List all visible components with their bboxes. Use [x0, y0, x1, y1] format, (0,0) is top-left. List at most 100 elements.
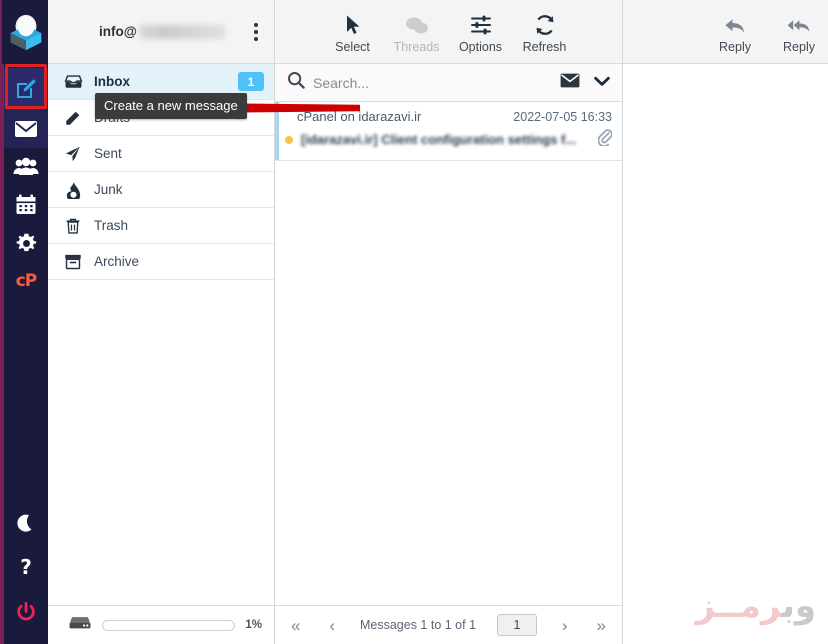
refresh-button[interactable]: Refresh: [516, 14, 574, 54]
cpanel-logo-icon: cP: [15, 271, 38, 291]
first-page-button[interactable]: «: [287, 617, 304, 634]
sidebar-item-dark-mode[interactable]: [4, 502, 48, 546]
question-mark-icon: ?: [20, 556, 32, 579]
message-list-toolbar: Select Threads Options Refresh: [275, 0, 622, 64]
prev-page-button[interactable]: ‹: [325, 617, 339, 634]
cursor-arrow-icon: [344, 14, 362, 36]
trash-icon: [62, 217, 84, 235]
account-domain-blurred: [138, 24, 225, 39]
message-list-row[interactable]: cPanel on idarazavi.ir 2022-07-05 16:33 …: [275, 102, 622, 161]
refresh-button-label: Refresh: [522, 39, 567, 54]
drafts-icon: [62, 109, 84, 127]
folders-panel: info@ Inbox 1 Sent Junk Trash Archive 1%…: [48, 0, 275, 644]
threads-bubbles-icon: [405, 14, 429, 36]
tooltip-create-new-message: Create a new message: [95, 93, 247, 119]
inbox-icon: [62, 73, 84, 91]
sidebar-bottom-group: ?: [4, 502, 48, 644]
message-sender: cPanel on idarazavi.ir: [297, 109, 422, 124]
kebab-menu-icon-dot3: [254, 36, 258, 41]
unread-status-dot[interactable]: [285, 135, 293, 144]
search-scope-envelope-icon[interactable]: [560, 73, 580, 93]
power-icon: [17, 601, 35, 621]
sliders-options-icon: [470, 14, 492, 36]
inbox-unread-badge: 1: [238, 72, 264, 91]
preview-toolbar: Reply Reply: [623, 0, 828, 64]
junk-fire-icon: [62, 181, 84, 199]
folder-label: Archive: [94, 254, 140, 269]
people-icon: [13, 157, 39, 175]
site-watermark: وبرمــز: [696, 586, 817, 626]
reply-button-label: Reply: [719, 39, 751, 54]
task-sidebar: cP ?: [0, 0, 50, 644]
threads-button[interactable]: Threads: [388, 14, 446, 54]
watermark-gray-text: وب: [782, 586, 816, 626]
folders-options-button[interactable]: [250, 19, 262, 45]
archive-box-icon: [62, 253, 84, 271]
compose-pencil-icon: [17, 79, 36, 98]
message-list-scroll[interactable]: cPanel on idarazavi.ir 2022-07-05 16:33 …: [275, 102, 622, 605]
preview-body: وبرمــز: [623, 64, 828, 644]
sidebar-item-contacts[interactable]: [4, 148, 48, 186]
threads-button-label: Threads: [393, 39, 440, 54]
sidebar-item-archive[interactable]: Archive: [48, 244, 274, 280]
folder-label: Inbox: [94, 74, 130, 89]
message-date: 2022-07-05 16:33: [513, 110, 612, 124]
quota-bar: 1%: [48, 605, 274, 644]
message-subject-line: [idarazavi.ir] Client configuration sett…: [285, 128, 613, 151]
search-bar[interactable]: [275, 64, 622, 102]
select-button-label: Select: [335, 39, 370, 54]
kebab-menu-icon-dot2: [254, 29, 258, 34]
last-page-button[interactable]: »: [592, 617, 609, 634]
message-list-footer: « ‹ Messages 1 to 1 of 1 1 › »: [275, 605, 622, 644]
svg-text:?: ?: [20, 556, 32, 579]
watermark-pink-text: رمــز: [695, 586, 783, 626]
sidebar-item-help[interactable]: ?: [4, 546, 48, 590]
sidebar-item-junk[interactable]: Junk: [48, 172, 274, 208]
quota-percent-label: 1%: [245, 619, 262, 631]
sidebar-item-compose[interactable]: [4, 68, 48, 110]
sidebar-item-calendar[interactable]: [4, 186, 48, 224]
quota-progress-track: [102, 619, 236, 631]
search-input[interactable]: [313, 74, 552, 91]
next-page-button[interactable]: ›: [558, 617, 572, 634]
sidebar-item-logout[interactable]: [4, 590, 48, 634]
roundcube-app-window: cP ? info@ Inbox 1 Sent Junk Trash Archi…: [0, 0, 828, 644]
sidebar-item-sent[interactable]: Sent: [48, 136, 274, 172]
reply-all-button-label: Reply: [783, 39, 815, 54]
moon-icon: [17, 514, 32, 532]
sidebar-item-mail[interactable]: [4, 110, 48, 148]
folder-label: Junk: [94, 182, 123, 197]
sidebar-item-cpanel[interactable]: cP: [4, 262, 48, 300]
kebab-menu-icon-dot1: [254, 22, 258, 27]
account-name-prefix: info@: [99, 24, 137, 39]
message-subject: [idarazavi.ir] Client configuration sett…: [301, 132, 577, 147]
options-button-label: Options: [458, 39, 503, 54]
disk-drive-icon: [68, 615, 92, 636]
app-logo[interactable]: [2, 0, 50, 64]
calendar-icon: [16, 194, 36, 214]
sidebar-item-settings[interactable]: [4, 224, 48, 262]
folders-header: info@: [48, 0, 274, 64]
sidebar-item-trash[interactable]: Trash: [48, 208, 274, 244]
reply-button[interactable]: Reply: [706, 14, 764, 54]
sent-paper-plane-icon: [62, 145, 84, 163]
folder-label: Trash: [94, 218, 129, 233]
gear-icon: [16, 233, 36, 251]
account-name: info@: [74, 24, 250, 39]
roundcube-cube-logo-icon: [10, 14, 42, 51]
message-count-info: Messages 1 to 1 of 1: [359, 618, 477, 632]
search-controls: [560, 73, 610, 93]
message-meta: cPanel on idarazavi.ir 2022-07-05 16:33: [297, 109, 612, 124]
message-list-panel: Select Threads Options Refresh Search...…: [275, 0, 623, 644]
search-magnifier-icon: [287, 71, 305, 94]
reply-all-button[interactable]: Reply: [770, 14, 828, 54]
message-preview-panel: Reply Reply وبرمــز: [623, 0, 828, 644]
select-button[interactable]: Select: [324, 14, 382, 54]
folder-label: Sent: [94, 146, 122, 161]
search-dropdown-chevron-down-icon[interactable]: [594, 74, 610, 92]
page-number-input[interactable]: 1: [496, 614, 537, 636]
reply-arrow-icon: [723, 14, 747, 36]
reply-all-arrow-icon: [786, 14, 812, 36]
envelope-icon: [15, 121, 37, 137]
options-button[interactable]: Options: [452, 14, 510, 54]
